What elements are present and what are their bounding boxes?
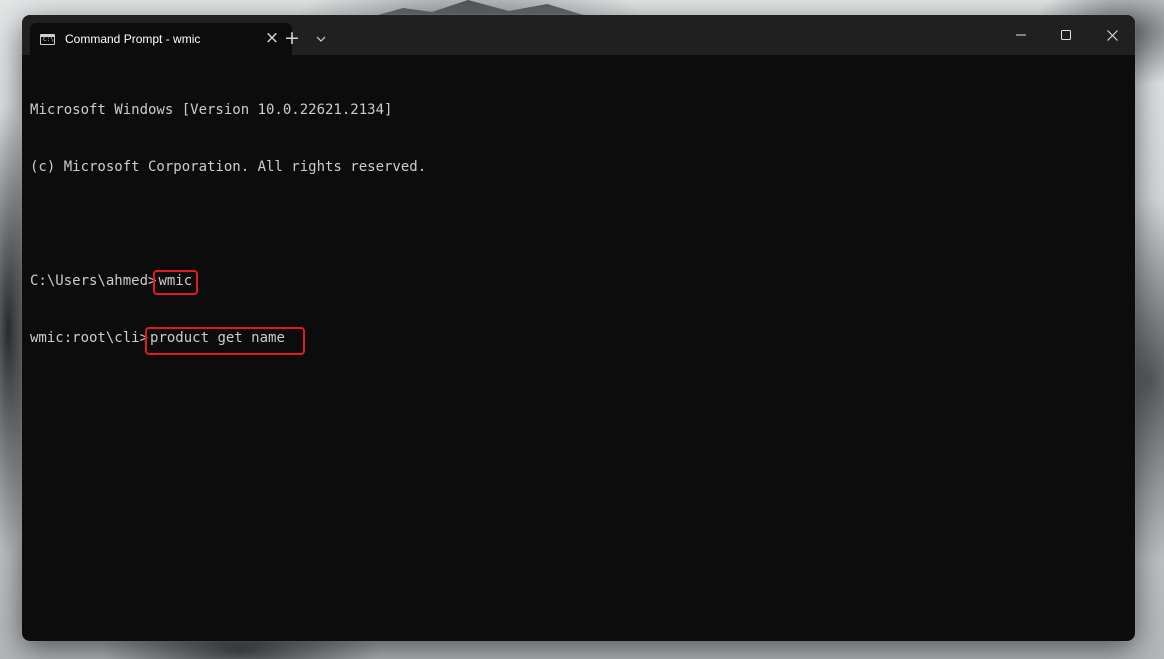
chevron-down-icon[interactable] xyxy=(311,27,331,49)
tab-title: Command Prompt - wmic xyxy=(65,32,201,46)
close-window-button[interactable] xyxy=(1089,15,1135,55)
tab-command-prompt[interactable]: C:\ Command Prompt - wmic × xyxy=(30,23,292,55)
banner-copyright-line: (c) Microsoft Corporation. All rights re… xyxy=(30,159,427,175)
cmd-icon-glyph: C:\ xyxy=(43,35,54,43)
prompt-path: C:\Users\ahmed> xyxy=(30,273,157,289)
cmd-icon: C:\ xyxy=(40,33,55,45)
highlighted-command-wmic: wmic xyxy=(153,270,199,295)
terminal-window: C:\ Command Prompt - wmic × + Microsoft … xyxy=(22,15,1135,641)
prompt-wmic: wmic:root\cli> xyxy=(30,330,149,346)
maximize-button[interactable] xyxy=(1043,15,1089,55)
minimize-icon xyxy=(1016,34,1026,36)
command-line-1: C:\Users\ahmed> wmic xyxy=(30,270,1127,295)
maximize-icon xyxy=(1061,30,1071,40)
console-output[interactable]: Microsoft Windows [Version 10.0.22621.21… xyxy=(30,63,1127,633)
title-bar[interactable]: C:\ Command Prompt - wmic × + xyxy=(22,15,1135,55)
close-icon xyxy=(1106,29,1118,41)
minimize-button[interactable] xyxy=(998,15,1044,55)
close-tab-icon[interactable]: × xyxy=(264,30,280,47)
command-line-2: wmic:root\cli> product get name xyxy=(30,327,1127,355)
new-tab-button[interactable]: + xyxy=(281,27,303,49)
banner-version-line: Microsoft Windows [Version 10.0.22621.21… xyxy=(30,102,393,118)
highlighted-command-product-get-name: product get name xyxy=(145,327,305,355)
